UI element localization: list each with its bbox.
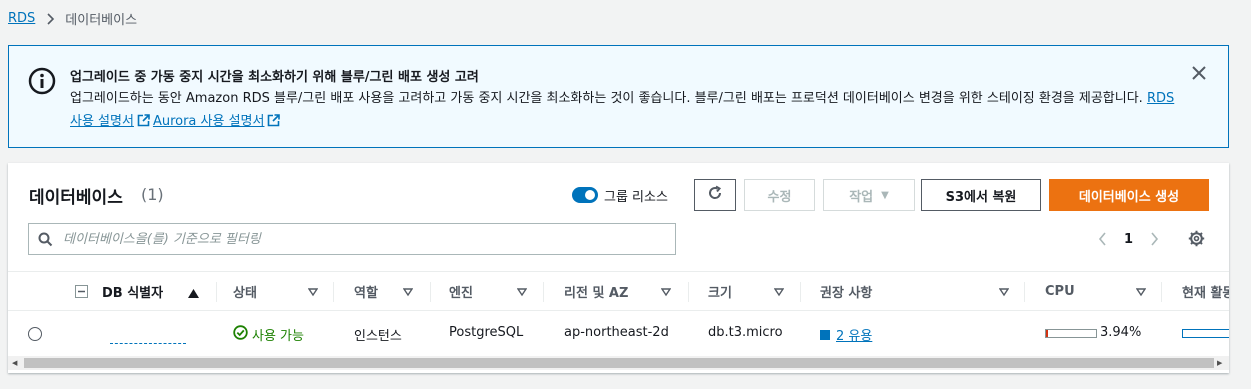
flash-title: 업그레이드 중 가동 중지 시간을 최소화하기 위해 블루/그린 배포 생성 고… [70,70,479,85]
size-cell: db.t3.micro [708,325,783,340]
recommendations-link[interactable]: 2 유용 [820,325,872,344]
cpu-usage-fill [1046,330,1048,337]
info-icon [28,67,56,95]
column-role[interactable]: 역할 [354,272,378,311]
flash-body-text: 업그레이드하는 동안 Amazon RDS 블루/그린 배포 사용을 고려하고 … [70,91,1143,106]
column-engine[interactable]: 엔진 [449,272,473,311]
role-cell: 인스턴스 [354,329,402,344]
restore-from-s3-button[interactable]: S3에서 복원 [921,179,1041,211]
sort-caret-icon[interactable] [773,286,785,301]
region-cell: ap-northeast-2d [564,325,669,340]
column-db-identifier[interactable]: DB 식별자 [102,272,163,311]
flash-body: 업그레이드하는 동안 Amazon RDS 블루/그린 배포 사용을 고려하고 … [70,87,1180,135]
engine-cell: PostgreSQL [449,325,524,340]
refresh-button[interactable] [694,179,736,211]
close-icon[interactable] [1191,65,1207,81]
collapse-all-icon[interactable] [75,285,88,302]
column-divider [800,282,801,302]
sort-ascending-icon[interactable] [188,287,199,302]
external-link-icon [267,112,281,135]
column-divider [543,282,544,302]
modify-button[interactable]: 수정 [744,179,815,211]
column-recommendations[interactable]: 권장 사항 [820,272,872,311]
search-icon [38,232,53,251]
recommendations-text: 2 유용 [836,329,873,344]
scroll-left-icon[interactable]: ◀ [12,359,17,367]
column-divider [216,282,217,302]
db-identifier-underline [110,343,186,344]
panel-count: (1) [141,185,164,204]
column-current-activity[interactable]: 현재 활동 [1182,272,1229,311]
create-database-button[interactable]: 데이터베이스 생성 [1049,179,1209,211]
search-input[interactable] [63,224,663,254]
chevron-left-icon[interactable] [1094,231,1110,247]
actions-button[interactable]: 작업 ▼ [823,179,915,211]
search-box [28,223,676,255]
group-resources-toggle[interactable] [572,187,598,203]
external-link-icon [137,112,150,135]
column-region-az[interactable]: 리전 및 AZ [564,272,628,311]
sort-caret-icon[interactable] [402,286,414,301]
scrollbar-thumb[interactable] [24,358,1214,368]
check-circle-icon [233,325,252,344]
sort-caret-icon[interactable] [1135,286,1147,301]
current-page[interactable]: 1 [1124,232,1133,247]
caret-down-icon: ▼ [881,189,889,201]
sort-caret-icon[interactable] [998,286,1010,301]
column-size[interactable]: 크기 [708,272,732,311]
databases-panel: 데이터베이스 (1) 그룹 리소스 수정 작업 ▼ S3에서 복원 데이터베이스… [8,163,1229,373]
aurora-guide-link[interactable]: Aurora 사용 설명서 [153,114,265,129]
sort-caret-icon[interactable] [660,286,672,301]
cpu-usage-bar [1045,329,1097,338]
sort-caret-icon[interactable] [307,286,319,301]
column-divider [1024,282,1025,302]
activity-bar [1182,329,1229,338]
refresh-icon [707,185,723,205]
column-divider [333,282,334,302]
group-resources-label: 그룹 리소스 [604,190,668,205]
breadcrumb: RDS 데이터베이스 [8,9,137,28]
scroll-right-icon[interactable]: ▶ [1217,359,1222,367]
column-divider [430,282,431,302]
row-select-radio[interactable] [28,327,42,341]
breadcrumb-current: 데이터베이스 [65,13,138,28]
column-divider [1161,282,1162,302]
sort-caret-icon[interactable] [516,286,528,301]
status-badge: 사용 가능 [233,325,304,344]
actions-label: 작업 [849,189,874,205]
column-cpu[interactable]: CPU [1045,272,1075,311]
table-header: DB 식별자 상태 역할 엔진 리전 및 AZ 크기 권장 사항 CPU 현재 … [8,271,1229,311]
chevron-right-icon[interactable] [1146,231,1162,247]
info-square-icon [820,329,830,340]
chevron-right-icon [46,12,55,25]
pagination: 1 [1094,231,1162,247]
gear-icon[interactable] [1188,230,1205,251]
info-flash-banner: 업그레이드 중 가동 중지 시간을 최소화하기 위해 블루/그린 배포 생성 고… [8,45,1229,148]
breadcrumb-rds-link[interactable]: RDS [8,11,35,26]
cpu-value: 3.94% [1100,325,1142,340]
column-status[interactable]: 상태 [233,272,257,311]
panel-title: 데이터베이스 [29,188,123,208]
horizontal-scrollbar[interactable]: ◀ ▶ [8,356,1229,370]
status-text: 사용 가능 [252,329,304,344]
column-divider [688,282,689,302]
